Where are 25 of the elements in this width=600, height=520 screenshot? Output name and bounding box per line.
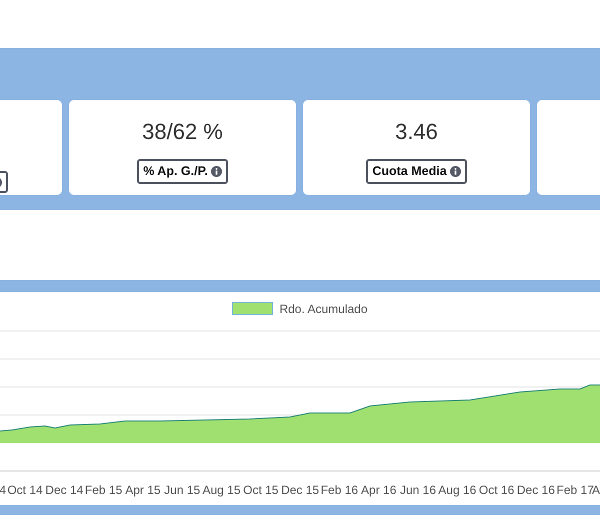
axis-label: Feb 16 <box>320 483 358 497</box>
stat-label: Cuota Media <box>366 159 467 184</box>
axis-label: Apr 15 <box>125 483 161 497</box>
axis-label: Oct 16 <box>478 483 514 497</box>
axis-label: Jun 15 <box>164 483 200 497</box>
stat-value: 38/62 % <box>142 118 223 146</box>
axis-label: Feb 17 <box>556 483 594 497</box>
axis-label: Feb 15 <box>84 483 122 497</box>
axis-label: Jun 16 <box>400 483 436 497</box>
legend-label: Rdo. Acumulado <box>279 300 368 318</box>
axis-label: Dec 16 <box>516 483 555 497</box>
axis-label: Aug 15 <box>202 483 241 497</box>
axis-label: Aug 16 <box>438 483 476 497</box>
info-icon[interactable] <box>450 166 461 177</box>
axis-label: Apr 16 <box>361 483 396 497</box>
info-icon[interactable] <box>210 166 222 177</box>
axis-label: Dec 14 <box>45 483 84 497</box>
axis-label: A <box>592 483 600 497</box>
axis-label: 4 <box>0 483 6 497</box>
axis-label: Dec 15 <box>281 483 320 497</box>
stat-label: % Ap. G./P. <box>137 159 228 184</box>
axis-label: Oct 15 <box>243 483 278 497</box>
legend-swatch <box>232 302 274 315</box>
stat-value: 3.46 <box>395 118 438 146</box>
axis-label: Oct 14 <box>7 483 43 497</box>
